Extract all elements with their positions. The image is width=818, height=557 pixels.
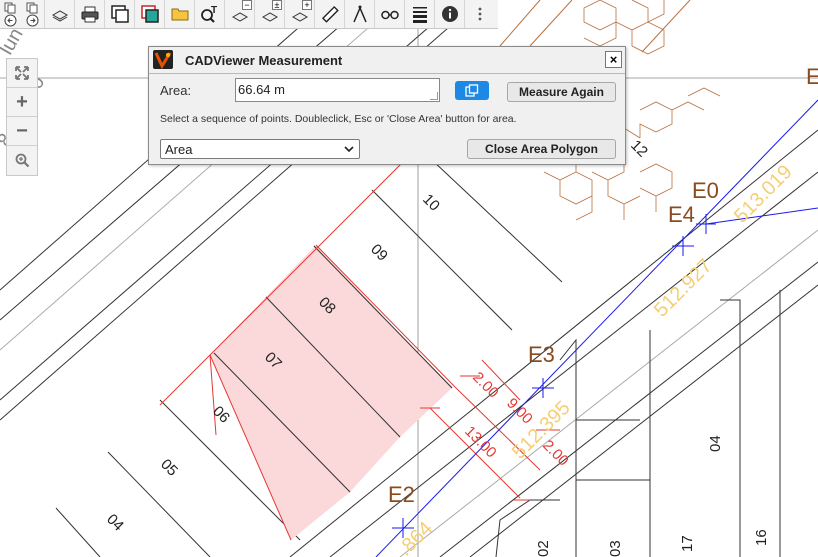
expand-icon xyxy=(15,66,29,80)
copy-icon[interactable] xyxy=(4,2,16,14)
arrow-left-icon[interactable] xyxy=(4,14,17,27)
measurement-dialog: CADViewer Measurement × Area: 66.64 m Me… xyxy=(148,46,626,165)
arrow-right-icon[interactable] xyxy=(26,14,39,27)
info-button[interactable] xyxy=(435,0,465,28)
svg-text:lun: lun xyxy=(0,24,28,58)
compass-button[interactable] xyxy=(345,0,375,28)
chevron-down-icon xyxy=(344,146,354,153)
line-weight-icon xyxy=(412,7,427,23)
plus-minus-badge: ± xyxy=(272,0,282,10)
layers-button[interactable] xyxy=(45,0,75,28)
glasses-icon xyxy=(380,10,399,20)
close-icon: × xyxy=(609,52,618,67)
dialog-close-button[interactable]: × xyxy=(605,51,622,68)
minus-icon: − xyxy=(16,119,28,142)
svg-text:T: T xyxy=(211,5,217,16)
print-button[interactable] xyxy=(75,0,105,28)
more-vertical-icon xyxy=(478,7,482,21)
resize-grip-icon[interactable] xyxy=(430,92,438,100)
zoom-toolbar: + − xyxy=(6,58,38,176)
folder-icon xyxy=(171,8,188,21)
plus-icon: + xyxy=(16,90,28,113)
plus-badge: + xyxy=(302,0,312,10)
compass-icon xyxy=(352,5,367,23)
copy-icon[interactable] xyxy=(26,2,38,14)
clipboard-copy-icon xyxy=(465,84,479,97)
search-text-icon: T xyxy=(200,5,217,23)
brown-lines xyxy=(499,0,691,53)
open-file-button[interactable] xyxy=(165,0,195,28)
more-button[interactable] xyxy=(465,0,495,28)
selected-mode: Area xyxy=(165,142,193,157)
minus-badge: − xyxy=(242,0,252,10)
copy-area-button[interactable] xyxy=(455,81,489,100)
blue-lines xyxy=(375,99,818,557)
zoom-out-button[interactable]: − xyxy=(7,117,37,146)
window-zoom-button[interactable] xyxy=(105,0,135,28)
layer-plus-minus-button[interactable]: ± xyxy=(255,0,285,28)
dialog-title-bar[interactable]: CADViewer Measurement × xyxy=(149,47,625,74)
cadviewer-logo-icon xyxy=(153,50,173,69)
main-toolbar: T − ± + xyxy=(0,0,498,29)
layers-icon xyxy=(51,10,68,22)
layer-minus-button[interactable]: − xyxy=(225,0,255,28)
zoom-in-button[interactable]: + xyxy=(7,88,37,117)
zoom-window-button[interactable] xyxy=(7,146,37,175)
dialog-title: CADViewer Measurement xyxy=(185,53,343,68)
ruler-icon xyxy=(321,5,339,23)
close-area-polygon-button[interactable]: Close Area Polygon xyxy=(467,139,616,159)
nav-buttons xyxy=(0,0,45,28)
info-icon xyxy=(441,6,458,22)
area-value-field[interactable]: 66.64 m xyxy=(235,78,440,102)
measured-area-polygon xyxy=(210,245,452,540)
zoom-magnifier-icon xyxy=(15,153,29,168)
zoom-extents-button[interactable] xyxy=(7,59,37,88)
printer-icon xyxy=(81,6,98,23)
window-icon xyxy=(110,5,129,23)
measure-button[interactable] xyxy=(315,0,345,28)
line-weight-button[interactable] xyxy=(405,0,435,28)
instruction-text: Select a sequence of points. Doubleclick… xyxy=(160,113,517,125)
measure-again-button[interactable]: Measure Again xyxy=(507,82,616,102)
magnifier-button[interactable] xyxy=(375,0,405,28)
screen-capture-button[interactable] xyxy=(135,0,165,28)
area-value-text: 66.64 m xyxy=(238,82,285,97)
text-search-button[interactable]: T xyxy=(195,0,225,28)
area-label: Area: xyxy=(160,83,192,98)
layer-plus-button[interactable]: + xyxy=(285,0,315,28)
screen-capture-icon xyxy=(140,5,159,23)
measure-mode-select[interactable]: Area xyxy=(160,139,360,159)
